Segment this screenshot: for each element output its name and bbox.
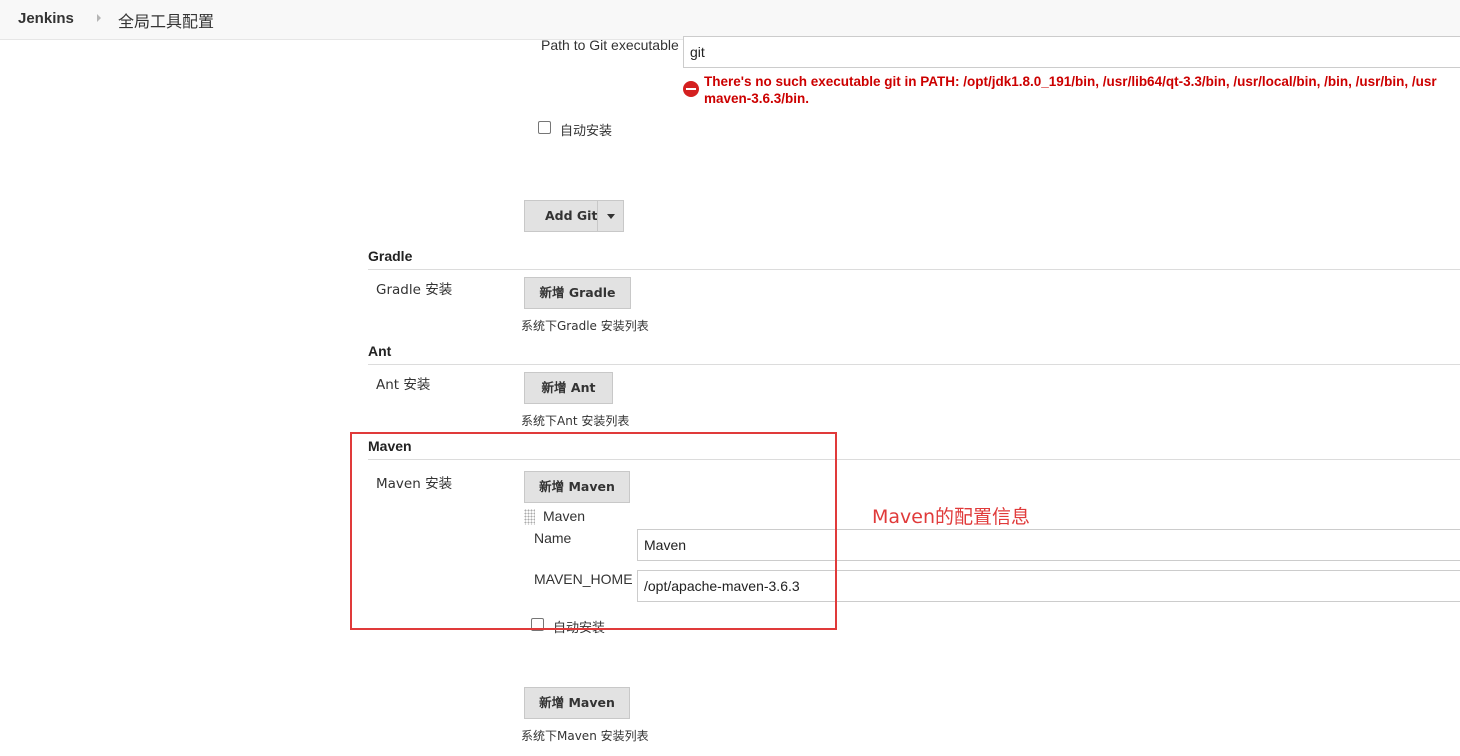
git-path-input[interactable]: git [683, 36, 1460, 68]
git-path-error-line1: There's no such executable git in PATH: … [704, 74, 1437, 89]
git-path-error: There's no such executable git in PATH: … [704, 73, 1437, 107]
gradle-install-label: Gradle 安装 [376, 282, 453, 298]
breadcrumb-bar: Jenkins 全局工具配置 [0, 0, 1460, 40]
ant-section-divider [368, 364, 1460, 365]
add-git-button-label: Add Git [545, 208, 598, 223]
chevron-right-icon [97, 14, 101, 22]
breadcrumb-jenkins-link[interactable]: Jenkins [18, 10, 74, 27]
add-ant-button[interactable]: 新增 Ant [524, 372, 613, 404]
gradle-section-divider [368, 269, 1460, 270]
add-maven-button-bottom[interactable]: 新增 Maven [524, 687, 630, 719]
gradle-install-description: 系统下Gradle 安装列表 [521, 319, 649, 333]
git-auto-install-label: 自动安装 [560, 124, 613, 139]
ant-install-label: Ant 安装 [376, 377, 431, 393]
ant-install-description: 系统下Ant 安装列表 [521, 414, 630, 428]
maven-config-annotation: Maven的配置信息 [872, 506, 1031, 528]
ant-section-title: Ant [368, 343, 392, 359]
add-git-dropdown-toggle[interactable] [597, 201, 623, 231]
breadcrumb-current-page[interactable]: 全局工具配置 [118, 8, 214, 32]
maven-install-description: 系统下Maven 安装列表 [521, 729, 649, 743]
maven-config-highlight-box [350, 432, 837, 630]
git-path-error-line2: maven-3.6.3/bin. [704, 91, 810, 106]
gradle-section-title: Gradle [368, 248, 413, 264]
error-circle-icon [683, 81, 699, 97]
git-auto-install-checkbox[interactable] [538, 121, 551, 134]
git-path-label: Path to Git executable [541, 37, 679, 53]
add-git-button[interactable]: Add Git [524, 200, 624, 232]
add-gradle-button[interactable]: 新增 Gradle [524, 277, 631, 309]
caret-down-icon [607, 214, 615, 219]
